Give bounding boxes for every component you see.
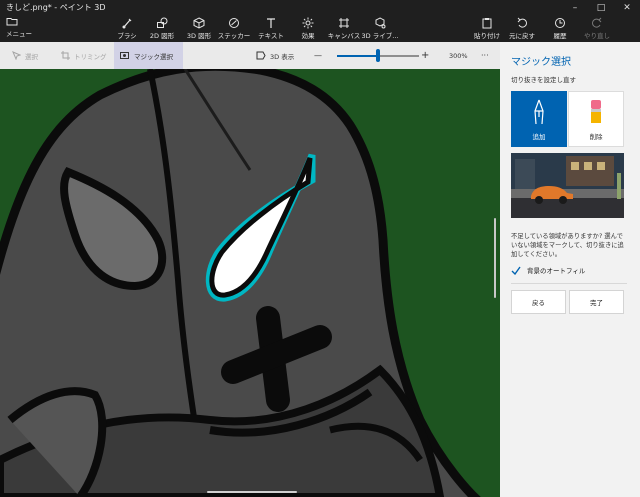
view-3d-icon: [256, 51, 266, 60]
panel-title: マジック選択: [511, 57, 571, 68]
tool-2d-shapes[interactable]: 2D 図形: [149, 16, 175, 42]
undo-icon: [516, 16, 528, 29]
more-icon: ···: [481, 51, 489, 60]
3d-shapes-icon: [193, 16, 205, 29]
vertical-scrollbar[interactable]: [494, 218, 496, 298]
done-label: 完了: [590, 299, 603, 307]
view-3d-label: 3D 表示: [270, 52, 295, 61]
maximize-icon: □: [596, 3, 606, 13]
zoom-in-button[interactable]: +: [421, 42, 429, 69]
horizontal-scrollbar[interactable]: [207, 491, 297, 493]
tool-brush-label: ブラシ: [117, 32, 137, 40]
magic-select-button[interactable]: マジック選択: [114, 42, 183, 69]
minimize-icon: –: [572, 3, 578, 13]
autofill-checkbox[interactable]: 背景のオートフィル: [511, 265, 585, 275]
zoom-in-icon: +: [421, 50, 430, 61]
tool-brush[interactable]: ブラシ: [117, 16, 137, 42]
sub-toolbar: 選択 トリミング マジック選択 3D 表示 — + 300% ···: [0, 42, 500, 69]
tool-stickers[interactable]: ステッカー: [217, 16, 251, 42]
title-bar: きしど.png* - ペイント 3D – □ ✕: [0, 0, 640, 16]
tool-canvas[interactable]: キャンバス: [327, 16, 361, 42]
tool-2d-shapes-label: 2D 図形: [149, 32, 175, 40]
preview-scene: [511, 153, 624, 218]
zoom-slider-fill: [337, 55, 378, 57]
select-icon: [12, 51, 21, 60]
pen-add-icon: [534, 99, 544, 125]
tool-text-label: テキスト: [258, 32, 284, 40]
redo-icon: [591, 16, 603, 29]
tool-effects[interactable]: 効果: [297, 16, 319, 42]
autofill-label: 背景のオートフィル: [527, 267, 586, 275]
tool-canvas-label: キャンバス: [327, 32, 361, 40]
undo-button[interactable]: 元に戻す: [508, 16, 536, 42]
maximize-button[interactable]: □: [588, 0, 614, 16]
tool-3d-library-label: 3D ライブ...: [361, 32, 399, 40]
folder-icon: [6, 18, 18, 26]
tool-3d-shapes[interactable]: 3D 図形: [186, 16, 212, 42]
crop-button[interactable]: トリミング: [57, 42, 111, 69]
add-mode-label: 追加: [532, 133, 546, 141]
history-label: 履歴: [553, 32, 567, 40]
select-label: 選択: [25, 52, 38, 61]
panel-divider: [511, 283, 627, 284]
tool-3d-shapes-label: 3D 図形: [186, 32, 212, 40]
crop-icon: [61, 51, 70, 60]
close-icon: ✕: [623, 3, 631, 13]
paste-icon: [481, 16, 493, 29]
3d-library-icon: [374, 16, 386, 29]
view-3d-toggle[interactable]: 3D 表示: [256, 42, 294, 69]
tool-effects-label: 効果: [301, 32, 315, 40]
tutorial-preview-image: [511, 153, 624, 218]
redo-button[interactable]: やり直し: [583, 16, 611, 42]
close-button[interactable]: ✕: [614, 0, 640, 16]
zoom-value: 300%: [449, 42, 468, 69]
sticker-icon: [228, 16, 240, 29]
paste-button[interactable]: 貼り付け: [473, 16, 501, 42]
eraser-icon: [591, 100, 601, 123]
add-mode-button[interactable]: 追加: [511, 91, 567, 147]
erase-mode-button[interactable]: 削除: [568, 91, 624, 147]
brush-icon: [121, 16, 133, 29]
tool-text[interactable]: テキスト: [258, 16, 284, 42]
panel-subtitle: 切り抜きを設定し直す: [511, 76, 576, 84]
text-icon: [265, 16, 277, 29]
select-button[interactable]: 選択: [8, 42, 42, 69]
zoom-out-icon: —: [314, 51, 322, 60]
menu-label: メニュー: [6, 30, 32, 38]
magic-select-label: マジック選択: [134, 52, 173, 61]
history-button[interactable]: 履歴: [549, 16, 571, 42]
history-icon: [554, 16, 566, 29]
redo-label: やり直し: [584, 32, 610, 40]
zoom-value-label: 300%: [449, 51, 468, 60]
main-toolbar: メニュー ブラシ 2D 図形 3D 図形 ステッカー テキスト 効果 キャンバス…: [0, 16, 640, 42]
done-button[interactable]: 完了: [569, 290, 624, 314]
menu-button[interactable]: メニュー: [6, 17, 32, 38]
paste-label: 貼り付け: [474, 32, 500, 40]
tool-stickers-label: ステッカー: [217, 32, 251, 40]
magic-select-icon: [120, 52, 129, 59]
zoom-slider-thumb[interactable]: [376, 49, 380, 62]
zoom-out-button[interactable]: —: [314, 42, 322, 69]
window-title: きしど.png* - ペイント 3D: [6, 3, 106, 12]
back-button[interactable]: 戻る: [511, 290, 566, 314]
back-label: 戻る: [532, 299, 545, 307]
canvas-icon: [338, 16, 350, 29]
2d-shapes-icon: [156, 16, 168, 29]
help-text: 不足している領域がありますか? 選んでいない領域をマークして、切り抜きに追加して…: [511, 233, 624, 258]
drawing-canvas[interactable]: [0, 69, 500, 497]
tool-3d-library[interactable]: 3D ライブ...: [361, 16, 399, 42]
undo-label: 元に戻す: [509, 32, 535, 40]
crop-label: トリミング: [74, 52, 107, 61]
more-options-button[interactable]: ···: [481, 42, 489, 69]
minimize-button[interactable]: –: [562, 0, 588, 16]
checkmark-icon: [511, 266, 521, 275]
artwork: [0, 69, 481, 497]
effects-icon: [302, 16, 314, 29]
erase-mode-label: 削除: [589, 133, 603, 141]
